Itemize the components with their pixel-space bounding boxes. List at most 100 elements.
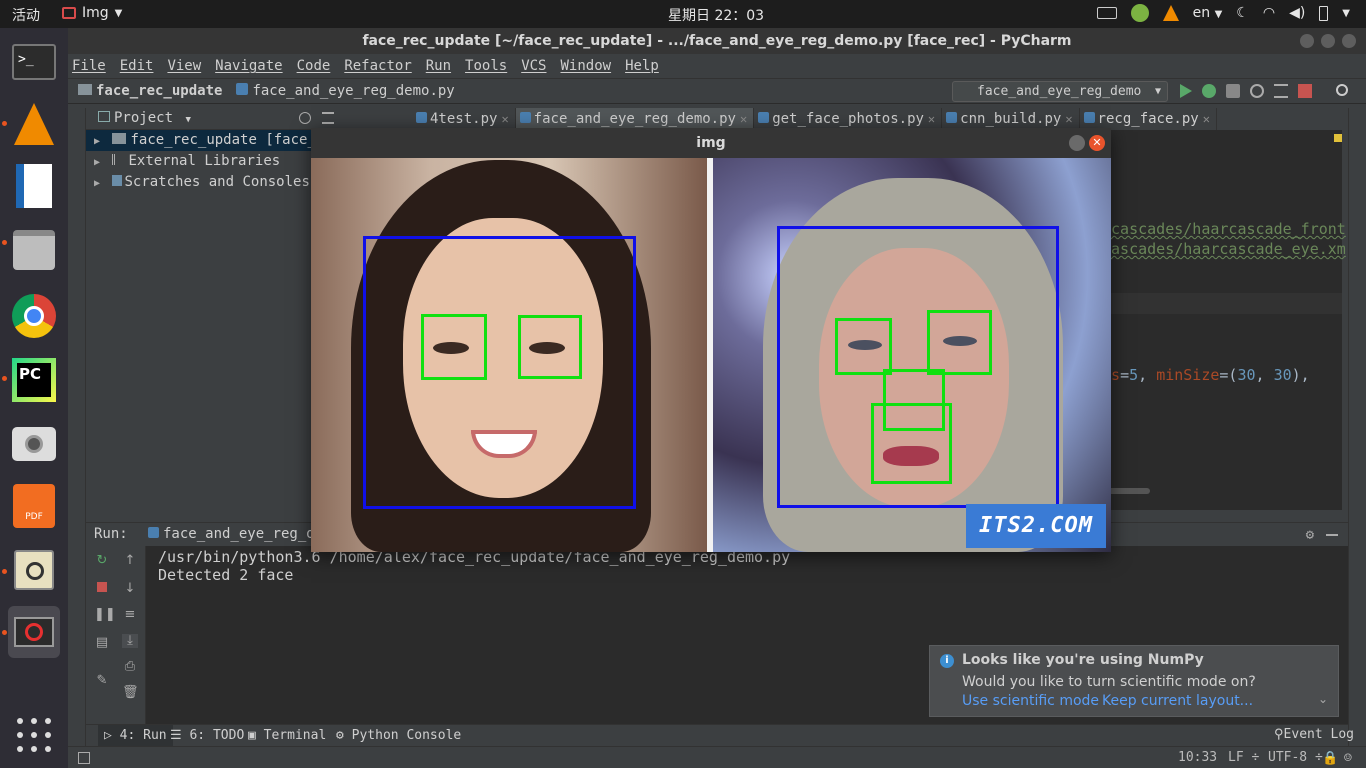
layout-icon[interactable]: ▤ <box>94 636 110 650</box>
numpy-notification: i Looks like you're using NumPy Would yo… <box>929 645 1339 717</box>
notification-title: Looks like you're using NumPy <box>962 652 1204 668</box>
night-light-icon[interactable]: ☾ <box>1236 5 1249 21</box>
dock-chrome[interactable] <box>8 290 60 342</box>
menu-view[interactable]: View <box>167 58 201 74</box>
dock-vlc[interactable] <box>8 98 60 150</box>
close-icon[interactable]: ✕ <box>1203 112 1210 126</box>
tab-get-face-photos[interactable]: get_face_photos.py ✕ <box>754 108 943 130</box>
search-icon[interactable] <box>1336 84 1348 96</box>
tree-item-project-root[interactable]: ▶ face_rec_update [face_r <box>86 130 342 151</box>
app-menu[interactable]: Img ▼ <box>62 5 122 21</box>
menu-tools[interactable]: Tools <box>465 58 507 74</box>
tab-recg-face[interactable]: recg_face.py ✕ <box>1080 108 1217 130</box>
menu-refactor[interactable]: Refactor <box>344 58 411 74</box>
tab-cnn-build[interactable]: cnn_build.py ✕ <box>942 108 1080 130</box>
close-icon[interactable]: ✕ <box>1065 112 1072 126</box>
dock-files[interactable] <box>8 224 60 276</box>
chevron-down-icon[interactable]: ▼ <box>1342 8 1350 19</box>
dock-terminal[interactable]: >_ <box>8 36 60 88</box>
tool-tab-todo[interactable]: ☰ 6: TODO <box>170 728 244 743</box>
hide-icon[interactable] <box>1326 534 1338 536</box>
minimize-button[interactable] <box>1300 34 1314 48</box>
update-icon[interactable] <box>1130 4 1149 22</box>
breadcrumb-project[interactable]: face_rec_update <box>78 83 222 99</box>
maximize-button[interactable] <box>1321 34 1335 48</box>
file-encoding[interactable]: UTF-8 ÷ <box>1268 750 1323 765</box>
dock-cheese[interactable] <box>8 418 60 470</box>
menu-vcs[interactable]: VCS <box>521 58 546 74</box>
tool-tab-python-console[interactable]: ⚙ Python Console <box>336 728 461 743</box>
pause-icon[interactable]: ❚❚ <box>94 608 116 622</box>
tree-item-external-libraries[interactable]: ▶ External Libraries <box>86 151 342 172</box>
profile-icon[interactable] <box>1250 84 1264 98</box>
img-window-title-bar[interactable]: img ✕ <box>311 128 1111 158</box>
print-icon[interactable]: ⎙ <box>122 660 138 674</box>
scroll-to-end-icon[interactable]: ⤓ <box>122 634 138 648</box>
coverage-icon[interactable] <box>1226 84 1240 98</box>
trash-icon[interactable]: 🗑 <box>122 686 139 700</box>
dock-libreoffice-writer[interactable] <box>8 160 60 212</box>
rerun-icon[interactable]: ↻ <box>94 554 110 568</box>
library-icon <box>112 154 126 165</box>
chevron-down-icon[interactable]: ⌄ <box>1318 692 1328 706</box>
lock-icon[interactable]: 🔒 <box>1322 751 1338 766</box>
language-indicator[interactable]: en ▼ <box>1193 5 1223 21</box>
tab-4test[interactable]: 4test.py ✕ <box>412 108 516 130</box>
use-scientific-mode-link[interactable]: Use scientific mode <box>962 693 1099 709</box>
run-tab[interactable]: face_and_eye_reg_d <box>148 526 315 542</box>
activities-button[interactable]: 活动 <box>12 5 40 25</box>
run-icon[interactable] <box>1180 84 1192 98</box>
chevron-down-icon: ▼ <box>185 115 191 125</box>
close-button[interactable]: ✕ <box>1089 135 1105 151</box>
dock-pycharm[interactable]: PC <box>8 354 60 406</box>
stop-icon[interactable] <box>1298 84 1312 98</box>
vlc-tray-icon[interactable] <box>1162 5 1179 21</box>
event-log-button[interactable]: ⚲Event Log <box>1274 727 1354 742</box>
debug-icon[interactable] <box>1202 84 1216 98</box>
concurrency-icon[interactable] <box>1274 84 1288 98</box>
tree-item-scratches[interactable]: ▶ Scratches and Consoles <box>86 172 342 193</box>
dock-image-viewer[interactable] <box>8 544 60 596</box>
keep-current-layout-link[interactable]: Keep current layout... <box>1102 693 1253 709</box>
wifi-icon[interactable]: ◠ <box>1263 5 1275 21</box>
close-icon[interactable]: ✕ <box>740 112 747 126</box>
close-icon[interactable]: ✕ <box>928 112 935 126</box>
menu-navigate[interactable]: Navigate <box>215 58 282 74</box>
tool-tab-run[interactable]: ▷ 4: Run <box>98 725 173 746</box>
menu-code[interactable]: Code <box>297 58 331 74</box>
pin-icon[interactable]: ✎ <box>94 674 110 688</box>
soft-wrap-icon[interactable]: ≡ <box>122 608 138 622</box>
menu-file[interactable]: File <box>72 58 106 74</box>
inspector-icon[interactable]: ☺ <box>1344 751 1352 766</box>
close-button[interactable] <box>1342 34 1356 48</box>
keyboard-icon[interactable] <box>1096 7 1117 19</box>
python-file-icon <box>758 112 770 123</box>
layout-toggle-icon[interactable] <box>78 752 90 764</box>
locate-icon[interactable] <box>299 112 311 124</box>
pycharm-title-bar[interactable]: face_rec_update [~/face_rec_update] - ..… <box>68 28 1366 54</box>
dock-foxit-pdf[interactable]: PDF <box>8 480 60 532</box>
breadcrumb-file[interactable]: face_and_eye_reg_demo.py <box>236 83 455 99</box>
volume-icon[interactable]: ◀) <box>1289 5 1305 21</box>
menu-run[interactable]: Run <box>426 58 451 74</box>
stop-icon[interactable] <box>94 582 110 596</box>
down-arrow-icon[interactable]: ↓ <box>122 582 138 596</box>
run-configuration-select[interactable]: face_and_eye_reg_demo ▼ <box>952 81 1168 102</box>
tab-face-and-eye-reg-demo[interactable]: face_and_eye_reg_demo.py ✕ <box>515 108 755 130</box>
menu-help[interactable]: Help <box>625 58 659 74</box>
minimize-button[interactable] <box>1069 135 1085 151</box>
tool-tab-terminal[interactable]: ▣ Terminal <box>248 728 326 743</box>
caret-position[interactable]: 10:33 <box>1178 750 1217 765</box>
gear-icon[interactable]: ⚙ <box>1306 527 1314 543</box>
show-applications-icon[interactable] <box>17 718 51 752</box>
menu-window[interactable]: Window <box>561 58 612 74</box>
project-view-selector[interactable]: Project ▼ <box>98 110 191 126</box>
battery-icon[interactable] <box>1319 5 1329 21</box>
close-icon[interactable]: ✕ <box>501 112 508 126</box>
up-arrow-icon[interactable]: ↑ <box>122 554 138 568</box>
menu-edit[interactable]: Edit <box>120 58 154 74</box>
collapse-icon[interactable] <box>322 112 334 124</box>
line-separator[interactable]: LF ÷ <box>1228 750 1259 765</box>
clock[interactable]: 星期日 22：03 <box>668 5 764 25</box>
dock-img-window[interactable] <box>8 606 60 658</box>
